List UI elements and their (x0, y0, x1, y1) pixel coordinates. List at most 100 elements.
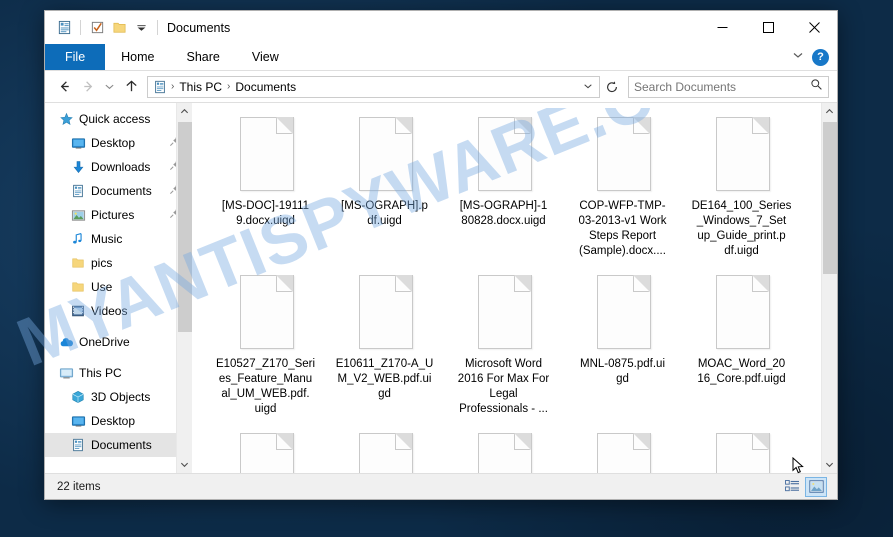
generic-file-icon (354, 431, 416, 473)
generic-file-icon (235, 431, 297, 473)
ribbon-spacer (295, 44, 792, 70)
file-name-label: E10527_Z170_Seri es_Feature_Manu al_UM_WEB… (215, 358, 316, 415)
folder-icon (67, 280, 89, 294)
generic-file-icon (235, 273, 297, 353)
file-list-pane[interactable]: [MS-DOC]-19111 9.docx.uigd [MS-OGRAPH].p d… (192, 103, 837, 473)
sidebar-scrollbar[interactable] (176, 103, 192, 473)
file-name-label: MOAC_Word_20 16_Core.pdf.uigd (697, 358, 786, 385)
content-scroll-track[interactable] (822, 120, 838, 456)
ribbon-tabs: File Home Share View ? (45, 44, 837, 71)
videos-icon (67, 304, 89, 318)
sidebar-item-pictures[interactable]: Pictures (45, 203, 192, 227)
file-item[interactable]: DE164_100_Series _Windows_7_Set up_Guide_p… (682, 111, 801, 265)
folder-icon (67, 256, 89, 270)
sidebar-item-label: Use (91, 280, 113, 294)
breadcrumb-item-documents[interactable]: Documents (232, 80, 299, 94)
breadcrumb-item-this-pc[interactable]: This PC (176, 80, 225, 94)
sidebar-item-documents-selected[interactable]: Documents (45, 433, 192, 457)
file-item[interactable]: E10611_Z170-A_U M_V2_WEB.pdf.ui gd (325, 269, 444, 423)
maximize-button[interactable] (745, 11, 791, 44)
tab-file[interactable]: File (45, 44, 106, 70)
file-item[interactable]: E10527_Z170_Seri es_Feature_Manu al_UM_WEB… (206, 269, 325, 423)
search-input[interactable] (634, 79, 810, 94)
tab-view[interactable]: View (236, 44, 295, 70)
file-item[interactable]: MOAC_Word_20 16_Core.pdf.uigd (682, 269, 801, 423)
sidebar-item-label: Desktop (91, 136, 136, 150)
sidebar-item-label: Documents (91, 184, 152, 198)
help-icon[interactable]: ? (812, 48, 829, 66)
content-scroll-thumb[interactable] (822, 122, 837, 274)
window-title: Documents (167, 20, 231, 35)
sidebar-item-desktop-thispc[interactable]: Desktop (45, 409, 192, 433)
sidebar-item-label: Quick access (79, 112, 151, 126)
forward-button[interactable] (77, 76, 99, 98)
tab-share[interactable]: Share (171, 44, 236, 70)
file-item[interactable] (444, 427, 563, 473)
file-item[interactable] (206, 427, 325, 473)
quick-access-toolbar: Documents (45, 17, 230, 39)
sidebar-item-downloads[interactable]: Downloads (45, 155, 192, 179)
status-bar: 22 items (45, 473, 837, 499)
close-button[interactable] (791, 11, 837, 44)
file-item[interactable] (325, 427, 444, 473)
chevron-down-icon[interactable] (792, 48, 804, 66)
properties-icon[interactable] (53, 17, 75, 39)
search-box[interactable] (628, 75, 829, 98)
sidebar-item-music[interactable]: Music (45, 227, 192, 251)
breadcrumb[interactable]: › This PC › Documents (147, 75, 600, 98)
scroll-up-icon[interactable] (177, 103, 193, 120)
search-icon[interactable] (810, 78, 823, 96)
back-button[interactable] (53, 76, 75, 98)
folder-icon[interactable] (108, 17, 130, 39)
recent-locations-button[interactable] (101, 76, 118, 98)
details-view-button[interactable] (781, 477, 803, 497)
view-mode-buttons (781, 476, 831, 497)
file-item[interactable]: MNL-0875.pdf.ui gd (563, 269, 682, 423)
sidebar-item-videos[interactable]: Videos (45, 299, 192, 323)
new-folder-icon[interactable] (86, 17, 108, 39)
large-icons-view-button[interactable] (805, 476, 827, 497)
3d-objects-icon (67, 390, 89, 404)
breadcrumb-separator-1: › (171, 81, 175, 92)
customize-dropdown-icon[interactable] (130, 17, 152, 39)
file-name-label: [MS-OGRAPH]-1 80828.docx.uigd (459, 200, 548, 227)
item-count-label: 22 items (57, 480, 101, 493)
sidebar-item-label: OneDrive (79, 335, 130, 349)
file-item[interactable]: [MS-OGRAPH].p df.uigd (325, 111, 444, 265)
refresh-button[interactable] (602, 76, 622, 98)
address-bar: › This PC › Documents (45, 71, 837, 102)
file-item[interactable] (563, 427, 682, 473)
sidebar-item-3d-objects[interactable]: 3D Objects (45, 385, 192, 409)
scroll-down-icon[interactable] (177, 456, 193, 473)
sidebar-item-use[interactable]: Use (45, 275, 192, 299)
scroll-down-icon[interactable] (822, 456, 838, 473)
minimize-button[interactable] (699, 11, 745, 44)
sidebar-item-onedrive[interactable]: OneDrive (45, 330, 192, 354)
file-item[interactable]: [MS-DOC]-19111 9.docx.uigd (206, 111, 325, 265)
sidebar-item-desktop[interactable]: Desktop (45, 131, 192, 155)
sidebar-item-pics[interactable]: pics (45, 251, 192, 275)
generic-file-icon (592, 273, 654, 353)
title-bar[interactable]: Documents (45, 11, 837, 44)
file-name-label: [MS-DOC]-19111 9.docx.uigd (221, 200, 310, 227)
tab-home[interactable]: Home (105, 44, 170, 70)
sidebar-item-documents[interactable]: Documents (45, 179, 192, 203)
file-item[interactable] (682, 427, 801, 473)
sidebar-scroll-thumb[interactable] (177, 122, 192, 332)
generic-file-icon (354, 115, 416, 195)
sidebar-item-label: 3D Objects (91, 390, 151, 404)
content-scrollbar[interactable] (821, 103, 837, 473)
sidebar-item-this-pc[interactable]: This PC (45, 361, 192, 385)
file-name-label: E10611_Z170-A_U M_V2_WEB.pdf.ui gd (335, 358, 434, 400)
sidebar-item-quick-access[interactable]: Quick access (45, 107, 192, 131)
file-item[interactable]: COP-WFP-TMP- 03-2013-v1 Work Steps Report(… (563, 111, 682, 265)
up-button[interactable] (120, 76, 142, 98)
file-item[interactable]: [MS-OGRAPH]-1 80828.docx.uigd (444, 111, 563, 265)
file-item[interactable]: Microsoft Word 2016 For Max For Legal Profe… (444, 269, 563, 423)
sidebar-item-label: Desktop (91, 414, 136, 428)
documents-folder-icon (151, 80, 169, 94)
sidebar-scroll-track[interactable] (177, 120, 193, 456)
breadcrumb-dropdown-icon[interactable] (580, 81, 596, 93)
breadcrumb-separator-2: › (227, 81, 231, 92)
scroll-up-icon[interactable] (822, 103, 838, 120)
